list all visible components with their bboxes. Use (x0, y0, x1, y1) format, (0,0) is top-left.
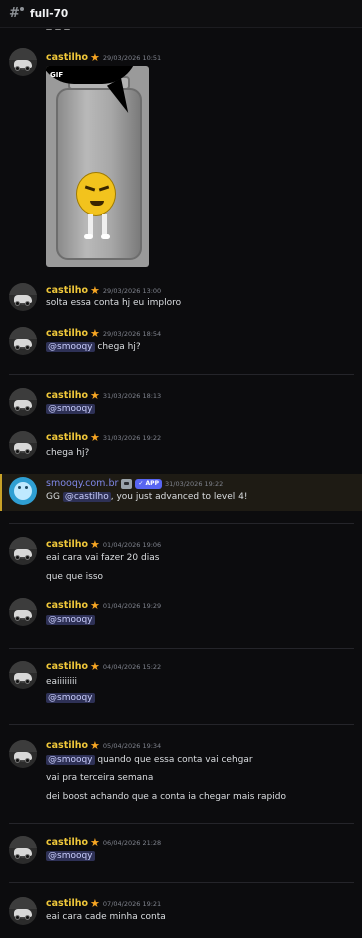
message-text: eai cara cade minha conta (46, 912, 166, 922)
user-mention[interactable]: @smooqy (46, 342, 95, 352)
message-text: @smooqy (46, 404, 95, 414)
date-divider (9, 724, 354, 725)
star-badge-icon: ★ (90, 327, 100, 340)
timestamp: 31/03/2026 19:22 (102, 433, 162, 442)
message-text: @smooqy chega hj? (46, 342, 141, 352)
username[interactable]: castilho (46, 285, 88, 296)
username[interactable]: castilho (46, 600, 88, 611)
avatar[interactable] (9, 661, 37, 689)
timestamp: 29/03/2026 10:51 (102, 53, 162, 62)
message-text: eaiiiiiiii (46, 677, 78, 687)
star-badge-icon: ★ (90, 51, 100, 64)
message-header: smooqy.com.br ✓ APP 31/03/2026 19:22 (46, 477, 223, 490)
message-header: castilho ★ 29/03/2026 10:51 (46, 51, 161, 64)
message-header: castilho ★ 07/04/2026 19:21 (46, 897, 161, 910)
username[interactable]: castilho (46, 661, 88, 672)
avatar[interactable] (9, 537, 37, 565)
message-header: castilho ★ 05/04/2026 19:34 (46, 739, 161, 752)
avatar[interactable] (9, 740, 37, 768)
username[interactable]: castilho (46, 432, 88, 443)
user-mention[interactable]: @castilho (62, 492, 111, 502)
avatar[interactable] (9, 598, 37, 626)
username[interactable]: castilho (46, 390, 88, 401)
message-header: castilho ★ 29/03/2026 18:54 (46, 327, 161, 340)
username[interactable]: castilho (46, 740, 88, 751)
message-text: dei boost achando que a conta ia chegar … (46, 792, 286, 802)
date-divider (9, 882, 354, 883)
star-badge-icon: ★ (90, 431, 100, 444)
message-header: castilho ★ 31/03/2026 19:22 (46, 431, 161, 444)
star-badge-icon: ★ (90, 897, 100, 910)
timestamp: 01/04/2026 19:29 (102, 601, 162, 610)
user-mention[interactable]: @smooqy (46, 404, 95, 414)
message-text: que que isso (46, 572, 104, 582)
star-badge-icon: ★ (90, 389, 100, 402)
bot-badge-icon (121, 478, 133, 489)
avatar[interactable] (9, 897, 37, 925)
message-text: solta essa conta hj eu imploro (46, 298, 182, 308)
timestamp: 29/03/2026 13:00 (102, 286, 162, 295)
avatar[interactable] (9, 283, 37, 311)
message-header: castilho ★ 29/03/2026 13:00 (46, 284, 161, 297)
username[interactable]: castilho (46, 898, 88, 909)
message-text: @smooqy (46, 615, 95, 625)
channel-name: full-70 (30, 7, 69, 20)
star-badge-icon: ★ (90, 836, 100, 849)
date-divider (9, 648, 354, 649)
avatar[interactable] (9, 836, 37, 864)
timestamp: 29/03/2026 18:54 (102, 329, 162, 338)
message-header: castilho ★ 01/04/2026 19:06 (46, 538, 161, 551)
username[interactable]: castilho (46, 837, 88, 848)
avatar[interactable] (9, 388, 37, 416)
user-mention[interactable]: @smooqy (46, 851, 95, 861)
avatar[interactable] (9, 48, 37, 76)
star-badge-icon: ★ (90, 739, 100, 752)
timestamp: 31/03/2026 19:22 (164, 479, 224, 488)
message-header: castilho ★ 04/04/2026 15:22 (46, 660, 161, 673)
star-badge-icon: ★ (90, 538, 100, 551)
timestamp: 06/04/2026 21:28 (102, 838, 162, 847)
bot-avatar[interactable] (9, 477, 37, 505)
date-divider (9, 523, 354, 524)
username[interactable]: castilho (46, 328, 88, 339)
avatar[interactable] (9, 327, 37, 355)
gif-attachment[interactable]: GIF (46, 66, 149, 267)
star-badge-icon: ★ (90, 284, 100, 297)
message-text: @smooqy (46, 851, 95, 861)
date-divider (9, 823, 354, 824)
date-divider (9, 374, 354, 375)
timestamp: 31/03/2026 18:13 (102, 391, 162, 400)
message-text: @smooqy quando que essa conta vai cehgar (46, 755, 253, 765)
app-tag: ✓ APP (135, 478, 162, 489)
star-badge-icon: ★ (90, 660, 100, 673)
message-text: eai cara vai fazer 20 dias (46, 553, 160, 563)
thread-hash-icon: # (9, 6, 24, 21)
username[interactable]: castilho (46, 52, 88, 63)
message-text: vai pra terceira semana (46, 773, 154, 783)
user-mention[interactable]: @smooqy (46, 615, 95, 625)
timestamp: 07/04/2026 19:21 (102, 899, 162, 908)
message-header: castilho ★ 01/04/2026 19:29 (46, 599, 161, 612)
gif-label: GIF (50, 71, 64, 79)
star-badge-icon: ★ (90, 599, 100, 612)
message-header: castilho ★ 06/04/2026 21:28 (46, 836, 161, 849)
user-mention[interactable]: @smooqy (46, 755, 95, 765)
bot-username[interactable]: smooqy.com.br (46, 478, 118, 489)
message-text: GG @castilho, you just advanced to level… (46, 492, 248, 502)
timestamp: 05/04/2026 19:34 (102, 741, 162, 750)
message-header: castilho ★ 31/03/2026 18:13 (46, 389, 161, 402)
message-text: chega hj? (46, 448, 90, 458)
avatar[interactable] (9, 431, 37, 459)
previous-message-fragment (46, 24, 86, 30)
message-text: @smooqy (46, 693, 95, 703)
user-mention[interactable]: @smooqy (46, 693, 95, 703)
timestamp: 04/04/2026 15:22 (102, 662, 162, 671)
timestamp: 01/04/2026 19:06 (102, 540, 162, 549)
username[interactable]: castilho (46, 539, 88, 550)
